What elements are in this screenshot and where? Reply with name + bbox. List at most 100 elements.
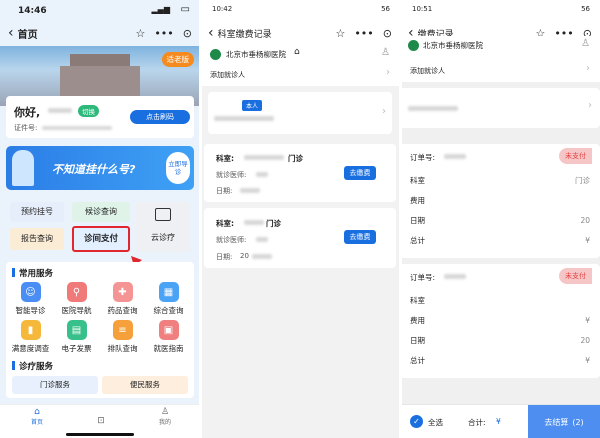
star-icon[interactable]: ☆ [335,27,345,40]
outpatient-service-button[interactable]: 门诊服务 [12,376,98,394]
date-redacted [252,254,272,259]
dept-suffix: 门诊 [266,219,281,228]
status-bar: 10:51 56 [400,0,600,20]
guide-banner[interactable]: 不知道挂什么号? 立即导诊 [6,146,194,190]
row-key: 总计 [410,355,425,365]
cloud-clinic-button[interactable]: 云诊疗 [136,202,190,252]
status-bar: 14:46 ▂▄▆ ▭ [0,0,200,20]
tab-bar: ⌂ 首页 ⊡ ♙ 我的 [0,404,200,438]
order-row: 费用 ¥ [410,310,590,330]
status-time: 14:46 [18,6,47,16]
checkout-bar: ✓ 全选 合计: ¥ 去结算 (2) [400,404,600,438]
service-hospital-nav[interactable]: ⚲ 医院导航 [54,282,99,316]
location-icon: ⚲ [66,282,87,302]
row-value: ¥ [585,235,590,245]
appointment-button[interactable]: 预约挂号 [10,202,64,222]
home-icon: ⌂ [34,407,40,417]
self-tag: 本人 [242,100,263,111]
pay-button[interactable]: 去缴费 [344,230,376,244]
back-icon[interactable]: ‹ [208,25,214,41]
convenience-service-button[interactable]: 便民服务 [102,376,188,394]
hospital-logo-icon [210,49,221,60]
order-row: 总计 ¥ [410,230,590,250]
doctor-label: 就诊医师: [216,171,247,179]
date-redacted [240,188,260,193]
waiting-query-button[interactable]: 候诊查询 [72,202,130,222]
total-label: 合计: [468,418,486,427]
greeting: 你好, [14,106,41,119]
star-icon[interactable]: ☆ [135,27,145,40]
hospital-name: 北京市垂杨柳医院 [423,41,483,50]
scan-icon: ⊡ [97,416,105,426]
row-value: 门诊 [575,175,590,185]
service-drug-query[interactable]: ✚ 药品查询 [100,282,145,316]
nav-header: ‹ 科室缴费记录 ☆ ••• ⊙ [200,20,400,46]
section-marker [12,361,15,370]
tab-mine[interactable]: ♙ 我的 [150,407,180,426]
service-e-invoice[interactable]: ▤ 电子发票 [54,320,99,354]
unpaid-badge: 未支付 [559,268,592,284]
add-patient-link[interactable]: 添加就诊人 [410,66,445,76]
clinic-payment-button[interactable]: 诊间支付 [72,226,130,252]
person-icon[interactable]: ♙ [381,47,390,58]
more-icon[interactable]: ••• [154,27,173,40]
robot-icon: ☺ [20,282,41,302]
queue-icon: ≡ [112,320,133,340]
hospital-section: 北京市垂杨柳医院 ⌂ ♙ 添加就诊人 › [200,46,400,86]
home-icon[interactable]: ⌂ [294,47,300,57]
person-icon[interactable]: ♙ [581,38,590,49]
chevron-right-icon: › [382,106,386,117]
row-key: 科室 [410,295,425,305]
unpaid-badge: 未支付 [559,148,592,164]
order-id-redacted [444,274,466,279]
hospital-name: 北京市垂杨柳医院 [226,50,286,59]
book-icon: ▣ [158,320,179,340]
checkout-button[interactable]: 去结算 (2) [528,405,600,438]
check-icon[interactable]: ✓ [410,415,423,428]
scan-code-button[interactable]: 点击刷码 [130,110,190,124]
doctor-label: 就诊医师: [216,236,247,244]
order-card: 订单号: 未支付 科室 门诊 费用 日期 20 总计 ¥ [400,144,600,258]
service-general-query[interactable]: ▦ 综合查询 [146,282,191,316]
add-patient-link[interactable]: 添加就诊人 [210,70,245,80]
date-label: 日期: [216,253,233,261]
pay-button[interactable]: 去缴费 [344,166,376,180]
patient-card[interactable]: 本人 › [208,92,392,134]
service-guide[interactable]: ▣ 就医指南 [146,320,191,354]
service-queue-query[interactable]: ≡ 排队查询 [100,320,145,354]
service-smart-guide[interactable]: ☺ 智能导诊 [8,282,53,316]
back-icon[interactable]: ‹ [8,25,14,41]
order-row: 科室 [410,290,590,310]
guide-now-badge[interactable]: 立即导诊 [166,152,190,184]
chart-icon: ▮ [20,320,41,340]
tab-middle[interactable]: ⊡ [86,416,116,426]
report-query-button[interactable]: 报告查询 [10,228,64,250]
id-label: 证件号: [14,124,38,132]
dept-label: 科室: [216,219,234,228]
patient-card[interactable]: › [400,88,600,128]
row-value: ¥ [585,355,590,365]
doctor-illustration [12,150,34,186]
chevron-right-icon[interactable]: › [586,63,590,74]
grid-icon: ▦ [158,282,179,302]
order-row: 日期 20 [410,210,590,230]
switch-button[interactable]: 切换 [78,105,99,117]
id-number-redacted [42,126,112,130]
record-card: 科室: 门诊 就诊医师: 日期: 去缴费 [204,144,396,202]
service-satisfaction[interactable]: ▮ 满意度调查 [8,320,53,354]
status-indicators: 56 [381,5,390,13]
tab-home[interactable]: ⌂ 首页 [22,407,52,426]
chevron-right-icon[interactable]: › [386,67,390,78]
row-key: 费用 [410,315,425,325]
more-icon[interactable]: ••• [354,27,373,40]
select-all-label[interactable]: 全选 [428,417,443,428]
target-icon[interactable]: ⊙ [183,27,192,40]
quick-actions: 预约挂号 候诊查询 报告查询 诊间支付 云诊疗 [8,200,192,256]
divider [199,0,202,438]
person-icon: ♙ [160,407,170,417]
doctor-redacted [256,237,268,242]
elder-mode-badge[interactable]: 适老版 [161,52,194,67]
record-card: 科室: 门诊 就诊医师: 日期: 20 去缴费 [204,208,396,268]
target-icon[interactable]: ⊙ [383,27,392,40]
tab-home-label: 首页 [30,419,43,426]
